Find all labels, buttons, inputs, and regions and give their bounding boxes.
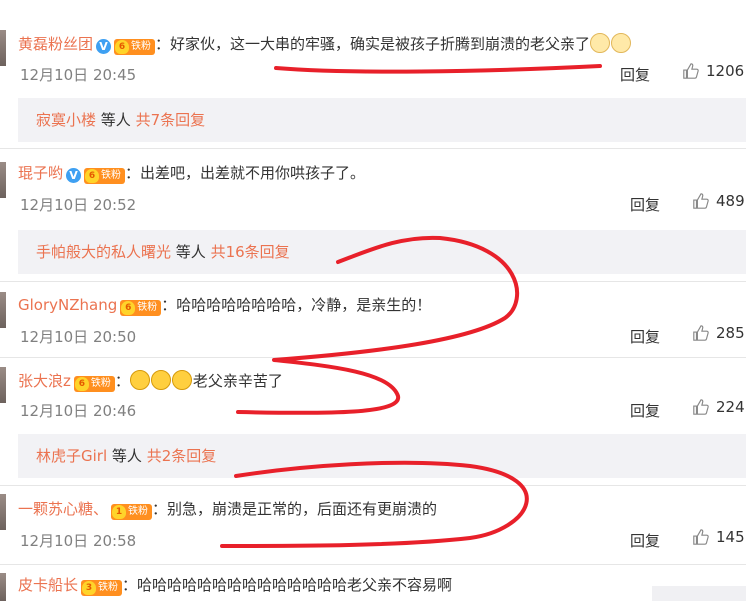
fan-badge[interactable]: 6 铁粉 (114, 39, 156, 55)
fan-badge[interactable]: 6 铁粉 (84, 168, 126, 184)
reply-button[interactable]: 回复 (630, 194, 660, 215)
comment-row-2: 琨子哟 V 6 铁粉 ：出差吧，出差就不用你哄孩子了。 (18, 163, 365, 184)
like-button[interactable]: 1206 (682, 62, 744, 80)
comment-time: 12月10日 20:46 (20, 402, 137, 420)
fan-badge[interactable]: 6 铁粉 (73, 376, 115, 392)
sub-replies-2[interactable]: 手帕般大的私人曙光 等人 共16条回复 (18, 230, 746, 274)
underline-scribble (274, 64, 602, 74)
laugh-cry-icon (129, 370, 150, 390)
reply-button[interactable]: 回复 (630, 530, 660, 551)
comment-row-6: 皮卡船长 3 铁粉 ：哈哈哈哈哈哈哈哈哈哈哈哈哈哈老父亲不容易啊 (18, 575, 452, 596)
sub-replies-3[interactable]: 林虎子Girl 等人 共2条回复 (18, 434, 746, 478)
dog-face-icon (590, 33, 611, 53)
comment-time: 12月10日 20:45 (20, 66, 137, 84)
thumb-up-icon (693, 399, 709, 415)
floating-panel-edge (652, 586, 746, 601)
laugh-cry-icon (150, 370, 171, 390)
comment-text: ：别急，崩溃是正常的，后面还有更崩溃的 (152, 500, 438, 518)
avatar[interactable] (0, 162, 6, 198)
comment-time: 12月10日 20:52 (20, 196, 137, 214)
fan-badge[interactable]: 3 铁粉 (81, 580, 123, 596)
like-count: 224 (716, 398, 745, 416)
comment-username[interactable]: 黄磊粉丝团 (18, 35, 93, 53)
comment-row-1: 黄磊粉丝团 V 6 铁粉 ：好家伙，这一大串的牢骚，确实是被孩子折腾到崩溃的老父亲了 (18, 33, 632, 55)
dog-face-icon (611, 33, 632, 53)
fan-badge[interactable]: 6 铁粉 (120, 300, 162, 316)
avatar[interactable] (0, 292, 6, 328)
divider (0, 281, 746, 282)
comment-username[interactable]: GloryNZhang (18, 296, 117, 314)
comment-text: ：好家伙，这一大串的牢骚，确实是被孩子折腾到崩溃的老父亲了 (155, 35, 591, 53)
verified-icon: V (96, 39, 112, 54)
like-button[interactable]: 285 (692, 324, 745, 342)
thumb-up-icon (693, 325, 709, 341)
comment-username[interactable]: 张大浪z (18, 372, 71, 390)
divider (0, 357, 746, 358)
like-count: 145 (716, 528, 745, 546)
thumb-up-icon (693, 193, 709, 209)
comment-text: ：哈哈哈哈哈哈哈哈，冷静，是亲生的！ (161, 296, 432, 314)
comment-text: ：出差吧，出差就不用你哄孩子了。 (125, 164, 366, 182)
thumb-up-icon (683, 63, 699, 79)
reply-button[interactable]: 回复 (620, 64, 650, 85)
divider (0, 485, 746, 486)
avatar[interactable] (0, 494, 6, 530)
like-count: 489 (716, 192, 745, 210)
comment-time: 12月10日 20:58 (20, 532, 137, 550)
sub-replies-1[interactable]: 寂寞小楼 等人 共7条回复 (18, 98, 746, 142)
avatar[interactable] (0, 573, 6, 601)
verified-icon: V (66, 168, 82, 183)
laugh-cry-icon (171, 370, 192, 390)
fan-badge[interactable]: 1 铁粉 (111, 504, 153, 520)
reply-button[interactable]: 回复 (630, 400, 660, 421)
like-button[interactable]: 145 (692, 528, 745, 546)
avatar[interactable] (0, 30, 6, 66)
comment-username[interactable]: 皮卡船长 (18, 576, 78, 594)
like-count: 1206 (706, 62, 745, 80)
comment-text: 老父亲辛苦了 (192, 372, 283, 390)
comment-row-4: 张大浪z 6 铁粉：老父亲辛苦了 (18, 370, 283, 392)
like-button[interactable]: 489 (692, 192, 745, 210)
like-button[interactable]: 224 (692, 398, 745, 416)
thumb-up-icon (693, 529, 709, 545)
comment-text: ：哈哈哈哈哈哈哈哈哈哈哈哈哈哈老父亲不容易啊 (122, 576, 453, 594)
comment-row-3: GloryNZhang 6 铁粉 ：哈哈哈哈哈哈哈哈，冷静，是亲生的！ (18, 295, 431, 316)
reply-button[interactable]: 回复 (630, 326, 660, 347)
divider (0, 564, 746, 565)
comment-time: 12月10日 20:50 (20, 328, 137, 346)
comment-username[interactable]: 琨子哟 (18, 164, 63, 182)
divider (0, 148, 746, 149)
comment-username[interactable]: 一颗苏心糖、 (18, 500, 108, 518)
comment-row-5: 一颗苏心糖、 1 铁粉 ：别急，崩溃是正常的，后面还有更崩溃的 (18, 499, 437, 520)
like-count: 285 (716, 324, 745, 342)
avatar[interactable] (0, 367, 6, 403)
